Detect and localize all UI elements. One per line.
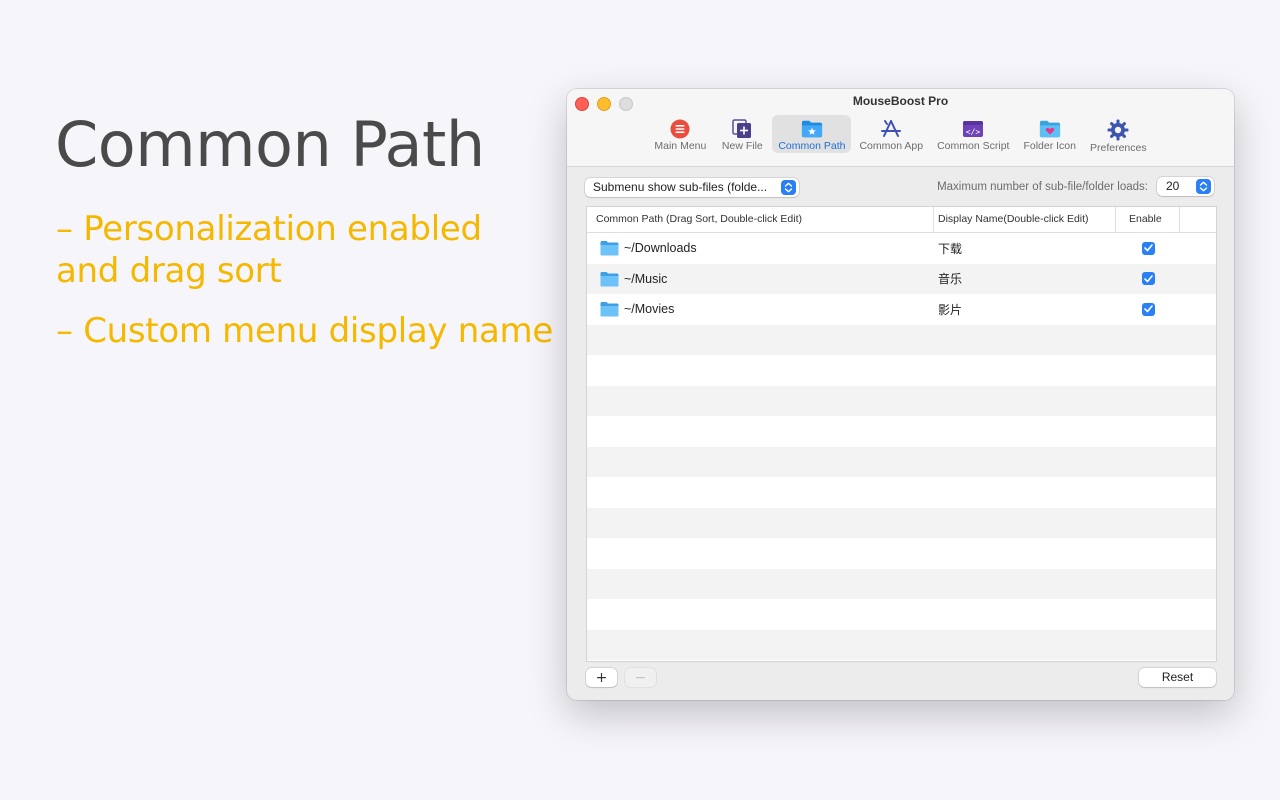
- display-name-cell[interactable]: 音乐: [934, 270, 1116, 287]
- toolbar: Main Menu New File Common Path Common Ap…: [567, 115, 1234, 154]
- tab-new-file[interactable]: New File: [714, 115, 770, 153]
- promo-bullet-display-name: – Custom menu display name: [56, 311, 553, 351]
- tab-label: Preferences: [1089, 142, 1147, 154]
- tab-common-script[interactable]: </> Common Script: [931, 115, 1015, 153]
- path-cell[interactable]: ~/Movies: [587, 301, 934, 317]
- new-file-icon: [731, 119, 753, 139]
- max-loads-stepper-icon: [1196, 179, 1211, 194]
- submenu-mode-popup[interactable]: Submenu show sub-files (folde...: [585, 178, 799, 197]
- app-window: MouseBoost Pro Main Menu New File Common…: [567, 89, 1234, 700]
- title-bar: MouseBoost Pro Main Menu New File Common…: [567, 89, 1234, 167]
- tab-preferences[interactable]: Preferences: [1084, 115, 1153, 154]
- empty-row: [587, 629, 1216, 660]
- tab-label: Common App: [859, 140, 924, 152]
- tab-common-app[interactable]: Common App: [853, 115, 929, 153]
- remove-path-button[interactable]: −: [625, 668, 656, 687]
- display-name-cell[interactable]: 影片: [934, 301, 1116, 318]
- column-header-display-name[interactable]: Display Name(Double-click Edit): [934, 207, 1116, 232]
- table-footer: + −: [586, 668, 656, 687]
- display-name-cell[interactable]: 下载: [934, 240, 1116, 257]
- folder-icon: [600, 241, 619, 256]
- tab-label: Folder Icon: [1023, 140, 1076, 152]
- empty-row: [587, 568, 1216, 599]
- column-header-path[interactable]: Common Path (Drag Sort, Double-click Edi…: [587, 207, 934, 232]
- promo-title: Common Path: [55, 108, 485, 181]
- reset-button[interactable]: Reset: [1139, 668, 1216, 687]
- max-loads-value: 20: [1166, 179, 1180, 193]
- common-path-folder-icon: [801, 119, 823, 139]
- column-header-enable[interactable]: Enable: [1116, 207, 1180, 232]
- svg-text:</>: </>: [966, 128, 981, 137]
- table-row[interactable]: ~/Movies 影片: [587, 294, 1216, 325]
- tab-folder-icon[interactable]: Folder Icon: [1017, 115, 1082, 153]
- path-cell[interactable]: ~/Downloads: [587, 240, 934, 256]
- enable-checkbox[interactable]: [1141, 241, 1155, 255]
- empty-row: [587, 477, 1216, 508]
- tab-label: Common Path: [778, 140, 846, 152]
- popup-stepper-icon: [781, 180, 796, 195]
- enable-checkbox[interactable]: [1141, 272, 1155, 286]
- empty-row: [587, 324, 1216, 355]
- gear-icon: [1107, 119, 1129, 141]
- main-menu-icon: [669, 119, 691, 139]
- empty-row: [587, 538, 1216, 569]
- path-text: ~/Downloads: [624, 241, 697, 256]
- table-row[interactable]: ~/Music 音乐: [587, 263, 1216, 294]
- folder-heart-icon: [1039, 119, 1061, 139]
- table-header: Common Path (Drag Sort, Double-click Edi…: [587, 207, 1216, 233]
- path-text: ~/Music: [624, 271, 668, 286]
- folder-icon: [600, 271, 619, 287]
- enable-checkbox[interactable]: [1141, 302, 1155, 316]
- promo-bullet-personalization: – Personalization enabled and drag sort: [56, 209, 482, 291]
- max-loads-label: Maximum number of sub-file/folder loads:: [937, 181, 1148, 193]
- folder-icon: [600, 302, 619, 317]
- script-icon: </>: [962, 119, 984, 139]
- empty-row: [587, 599, 1216, 630]
- submenu-mode-value: Submenu show sub-files (folde...: [593, 180, 768, 194]
- tab-label: Common Script: [937, 140, 1010, 152]
- empty-row: [587, 416, 1216, 447]
- max-loads-popup[interactable]: 20: [1157, 177, 1214, 196]
- window-title: MouseBoost Pro: [852, 94, 949, 108]
- common-path-table: Common Path (Drag Sort, Double-click Edi…: [586, 206, 1217, 662]
- path-text: ~/Movies: [624, 302, 675, 317]
- path-cell[interactable]: ~/Music: [587, 271, 934, 287]
- empty-row: [587, 507, 1216, 538]
- tab-label: Main Menu: [654, 140, 707, 152]
- app-store-icon: [880, 119, 902, 139]
- empty-row: [587, 385, 1216, 416]
- tab-label: New File: [721, 140, 763, 152]
- tab-common-path[interactable]: Common Path: [772, 115, 852, 153]
- table-row[interactable]: ~/Downloads 下载: [587, 233, 1216, 264]
- empty-row: [587, 446, 1216, 477]
- common-path-pane: Submenu show sub-files (folde... Maximum…: [567, 167, 1234, 700]
- tab-main-menu[interactable]: Main Menu: [648, 115, 712, 153]
- empty-row: [587, 355, 1216, 386]
- add-path-button[interactable]: +: [586, 668, 617, 687]
